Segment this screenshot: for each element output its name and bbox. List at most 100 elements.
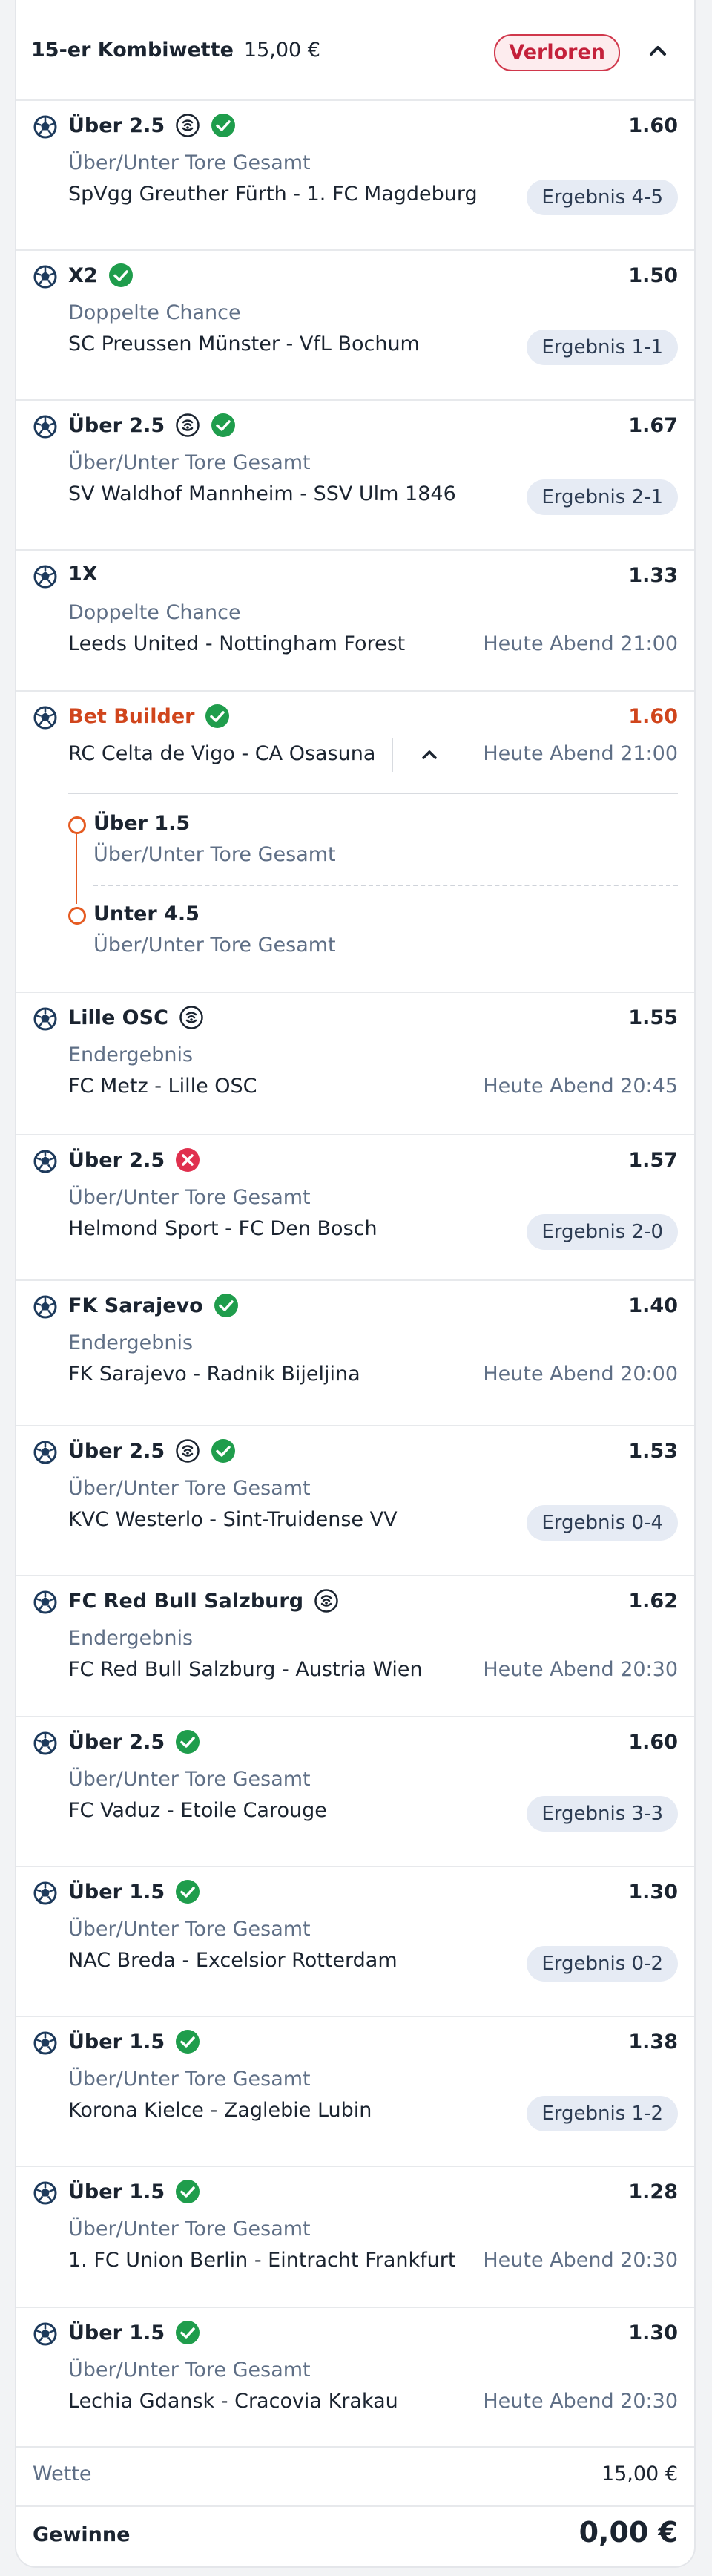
match-name: RC Celta de Vigo - CA Osasuna (68, 742, 376, 765)
football-icon (33, 2031, 57, 2055)
leg-pick: Über 2.5 (68, 1438, 236, 1464)
match-name: NAC Breda - Excelsior Rotterdam (68, 1949, 398, 1972)
bet-leg[interactable]: Über 1.5 1.28 Über/Unter Tore Gesamt 1. FC … (16, 2166, 694, 2308)
result-badge: Ergebnis 0-4 (527, 1505, 678, 1541)
football-icon (33, 1150, 57, 1173)
pick-label: Über 1.5 (68, 2030, 165, 2054)
bet-leg[interactable]: Über 2.5 1.57 Über/Unter Tore Gesamt Helmon… (16, 1134, 694, 1281)
stake-value: 15,00 € (601, 2462, 678, 2485)
result-badge: Ergebnis 4-5 (527, 180, 678, 215)
leg-odds: 1.30 (628, 2321, 678, 2344)
bet-leg[interactable]: Über 2.5 1.67 Über/Unter Tore Gesamt SV Wal… (16, 399, 694, 551)
match-name: Lechia Gdansk - Cracovia Krakau (68, 2390, 398, 2413)
won-check-icon (176, 1730, 200, 1754)
match-name: 1. FC Union Berlin - Eintracht Frankfurt (68, 2249, 456, 2272)
live-stream-icon (176, 413, 200, 437)
selection-dot (68, 907, 86, 925)
winnings-value: 0,00 € (578, 2516, 678, 2549)
won-check-icon (176, 2321, 200, 2344)
leg-odds: 1.55 (628, 1006, 678, 1029)
kickoff-time: Heute Abend 21:00 (483, 632, 678, 655)
football-icon (33, 415, 57, 439)
result-badge: Ergebnis 0-2 (527, 1946, 678, 1982)
pick-label: Lille OSC (68, 1006, 168, 1029)
leg-pick: Über 1.5 (68, 2029, 200, 2054)
pick-label: Über 2.5 (68, 413, 165, 437)
market-name: Über/Unter Tore Gesamt (68, 151, 311, 174)
bet-type-title: 15-er Kombiwette (31, 38, 234, 62)
leg-pick: X2 (68, 263, 134, 288)
won-check-icon (211, 413, 236, 437)
chevron-up-icon[interactable] (417, 742, 442, 767)
result-badge: Ergebnis 1-2 (527, 2096, 678, 2131)
bet-leg[interactable]: Über 1.5 1.30 Über/Unter Tore Gesamt Lechia… (16, 2307, 694, 2448)
market-name: Über/Unter Tore Gesamt (68, 2218, 311, 2241)
bet-leg[interactable]: Über 1.5 1.30 Über/Unter Tore Gesamt NAC Br… (16, 1866, 694, 2017)
leg-pick: Über 1.5 (68, 1879, 200, 1904)
leg-pick: Über 1.5 (68, 2320, 200, 2345)
football-icon (33, 1441, 57, 1464)
selection-dot (68, 816, 86, 834)
football-icon (33, 2322, 57, 2346)
market-name: Über/Unter Tore Gesamt (68, 1477, 311, 1500)
pick-label: FC Red Bull Salzburg (68, 1589, 304, 1613)
leg-odds: 1.57 (628, 1149, 678, 1172)
stake-row: Wette 15,00 € (16, 2446, 694, 2507)
bet-leg[interactable]: 1X 1.33 Doppelte Chance Leeds United - Nott… (16, 549, 694, 692)
pick-label: Über 1.5 (68, 1880, 165, 1904)
pick-label: X2 (68, 263, 98, 287)
live-stream-icon (179, 1006, 203, 1029)
selection-pick: Unter 4.5 (93, 902, 200, 925)
football-icon (33, 1590, 57, 1614)
leg-pick: Lille OSC (68, 1005, 204, 1030)
football-icon (33, 1881, 57, 1905)
collapse-button[interactable] (636, 30, 679, 73)
football-icon (33, 1295, 57, 1319)
bet-leg[interactable]: Über 2.5 1.60 Über/Unter Tore Gesamt FC Vad… (16, 1716, 694, 1867)
kickoff-time: Heute Abend 20:30 (483, 1658, 678, 1681)
divider (68, 793, 678, 794)
winnings-row: Gewinne 0,00 € (16, 2507, 694, 2566)
leg-pick: FK Sarajevo (68, 1293, 239, 1318)
leg-pick: Über 2.5 (68, 413, 236, 438)
kickoff-time: Heute Abend 20:30 (483, 2249, 678, 2272)
market-name: Über/Unter Tore Gesamt (68, 1918, 311, 1941)
chevron-up-icon (650, 46, 666, 56)
bet-leg[interactable]: Lille OSC 1.55 Endergebnis FC Metz - Lille … (16, 992, 694, 1135)
leg-odds: 1.62 (628, 1590, 678, 1613)
match-name: SV Waldhof Mannheim - SSV Ulm 1846 (68, 482, 456, 505)
bet-leg[interactable]: FK Sarajevo 1.40 Endergebnis FK Sarajevo - … (16, 1279, 694, 1426)
pick-label: 1X (68, 563, 98, 586)
leg-odds: 1.53 (628, 1440, 678, 1463)
football-icon (33, 1731, 57, 1755)
match-name: Leeds United - Nottingham Forest (68, 632, 406, 655)
market-name: Endergebnis (68, 1627, 194, 1650)
bet-builder-title: Bet Builder (68, 704, 230, 729)
bet-header[interactable]: 15-er Kombiwette 15,00 € Verloren (16, 0, 694, 101)
won-check-icon (205, 704, 230, 728)
pick-label: Über 2.5 (68, 1148, 165, 1172)
leg-odds: 1.28 (628, 2180, 678, 2203)
bet-builder-leg[interactable]: Bet Builder 1.60 RC Celta de Vigo - CA O… (16, 690, 694, 993)
bet-leg[interactable]: FC Red Bull Salzburg 1.62 Endergebnis FC Re… (16, 1575, 694, 1717)
leg-odds: 1.60 (628, 114, 678, 137)
selection-connector (76, 828, 77, 904)
leg-pick: Über 2.5 (68, 1147, 200, 1173)
bet-leg[interactable]: X2 1.50 Doppelte Chance SC Preussen Münster… (16, 249, 694, 401)
bet-leg[interactable]: Über 2.5 1.60 Über/Unter Tore Gesamt SpVgg … (16, 99, 694, 251)
leg-odds: 1.40 (628, 1294, 678, 1317)
match-name: Korona Kielce - Zaglebie Lubin (68, 2099, 372, 2122)
winnings-label: Gewinne (33, 2523, 131, 2546)
leg-odds: 1.30 (628, 1881, 678, 1904)
bet-leg[interactable]: Über 2.5 1.53 Über/Unter Tore Gesamt KVC We… (16, 1425, 694, 1576)
kickoff-time: Heute Abend 20:00 (483, 1363, 678, 1386)
won-check-icon (176, 1880, 200, 1904)
bet-builder-label: Bet Builder (68, 704, 195, 728)
kickoff-time: Heute Abend 20:45 (483, 1075, 678, 1098)
football-icon (33, 706, 57, 730)
kickoff-time: Heute Abend 21:00 (483, 742, 678, 765)
match-name: KVC Westerlo - Sint-Truidense VV (68, 1508, 398, 1531)
bet-slip-card: 15-er Kombiwette 15,00 € Verloren Über 2… (15, 0, 696, 2568)
selection-market: Über/Unter Tore Gesamt (93, 934, 336, 957)
bet-leg[interactable]: Über 1.5 1.38 Über/Unter Tore Gesamt Korona… (16, 2016, 694, 2167)
